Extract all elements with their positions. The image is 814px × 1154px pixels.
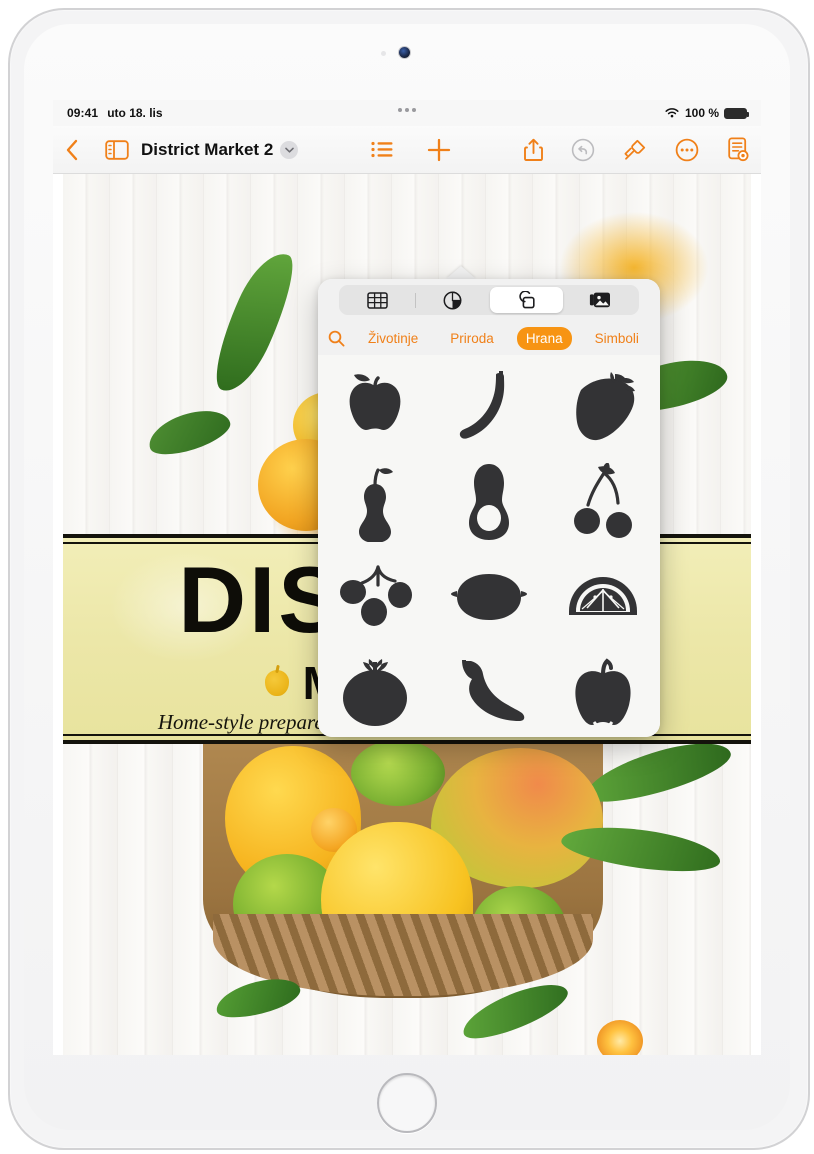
bottom-photo — [63, 744, 751, 1055]
shape-bell-pepper[interactable] — [546, 644, 660, 737]
table-icon — [367, 291, 389, 309]
plus-icon[interactable] — [427, 138, 451, 162]
shape-tomato[interactable] — [318, 644, 432, 737]
leaf-decoration — [212, 972, 304, 1024]
back-chevron-icon[interactable] — [65, 139, 79, 161]
wifi-icon — [665, 108, 679, 118]
app-toolbar: District Market 2 — [53, 126, 761, 174]
battery-percent-label: 100 % — [684, 106, 719, 120]
document-title[interactable]: District Market 2 — [141, 140, 273, 160]
category-priroda[interactable]: Priroda — [441, 327, 503, 350]
segmented-control — [339, 285, 639, 315]
multitasking-grabber-icon[interactable] — [398, 108, 416, 112]
category-zivotinje[interactable]: Životinje — [359, 327, 427, 350]
share-upload-icon[interactable] — [524, 138, 543, 162]
paintbrush-icon[interactable] — [623, 138, 647, 162]
home-button[interactable] — [377, 1073, 437, 1133]
shape-chili-pepper[interactable] — [432, 644, 546, 737]
category-hrana[interactable]: Hrana — [516, 326, 572, 350]
front-camera — [399, 47, 410, 58]
shape-banana[interactable] — [432, 359, 546, 454]
apple-decoration-icon — [264, 670, 289, 696]
shapes-icon — [519, 290, 535, 308]
leaf-decoration — [202, 244, 306, 400]
tab-media[interactable] — [563, 287, 637, 313]
document-view-options-icon[interactable] — [727, 137, 749, 162]
shape-cherries[interactable] — [546, 454, 660, 549]
toolbar-center-group — [371, 138, 451, 162]
status-date: uto 18. lis — [107, 106, 163, 120]
shape-grapes[interactable] — [318, 549, 432, 644]
ipad-screen: 09:41 uto 18. lis 100 % District Market … — [53, 100, 761, 1055]
leaf-decoration — [143, 401, 235, 463]
screenshot-root: 09:41 uto 18. lis 100 % District Market … — [0, 0, 814, 1154]
tab-chart[interactable] — [416, 287, 490, 313]
tab-shapes[interactable] — [489, 287, 564, 313]
battery-full-icon — [724, 107, 749, 119]
popover-tab-bar — [318, 279, 660, 321]
undo-arrow-icon[interactable] — [571, 138, 595, 162]
shape-citrus-slice[interactable] — [546, 549, 660, 644]
shape-avocado[interactable] — [432, 454, 546, 549]
shape-lemon[interactable] — [432, 549, 546, 644]
shape-pear[interactable] — [318, 454, 432, 549]
shape-strawberry[interactable] — [546, 359, 660, 454]
kumquat-slice — [597, 1020, 643, 1055]
ambient-sensor-icon — [381, 51, 386, 56]
category-bar: Životinje Priroda Hrana Simboli Obra — [318, 321, 660, 355]
ellipsis-circle-icon[interactable] — [675, 138, 699, 162]
toolbar-right-group — [524, 137, 749, 162]
shape-grid — [318, 355, 660, 737]
bulleted-list-icon[interactable] — [371, 141, 393, 158]
document-view-sidebar-icon[interactable] — [105, 139, 129, 160]
status-right-group: 100 % — [664, 106, 749, 120]
media-photos-icon — [590, 292, 611, 308]
category-simboli[interactable]: Simboli — [586, 327, 648, 350]
status-time: 09:41 — [67, 106, 99, 120]
status-bar: 09:41 uto 18. lis 100 % — [53, 100, 761, 126]
chevron-down-icon[interactable] — [280, 140, 299, 159]
tab-table[interactable] — [341, 287, 415, 313]
leaf-decoration — [580, 744, 736, 812]
shape-apple[interactable] — [318, 359, 432, 454]
search-icon[interactable] — [328, 330, 345, 347]
pie-chart-icon — [443, 291, 462, 309]
insert-object-popover: Životinje Priroda Hrana Simboli Obra — [318, 279, 660, 737]
popover-caret — [446, 266, 476, 279]
